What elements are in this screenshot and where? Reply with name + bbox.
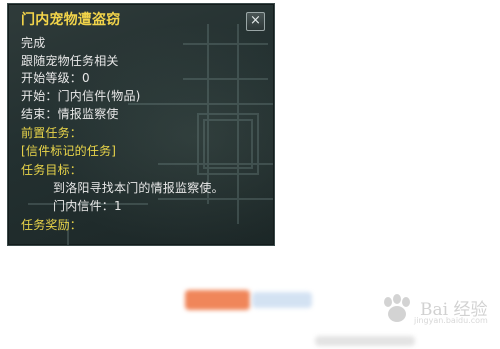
objective-item: 门内信件：1 xyxy=(53,199,122,213)
dialog-title: 门内宠物遭盗窃 xyxy=(21,12,121,28)
prereq-quest-link[interactable]: [信件标记的任务] xyxy=(21,144,261,159)
blurred-gray-bar xyxy=(315,336,415,346)
quest-end: 结束：情报监察使 xyxy=(21,107,119,121)
reward-header: 任务奖励： xyxy=(21,218,83,232)
watermark-url: jingyan.baidu.com xyxy=(414,316,488,325)
prereq-header: 前置任务： xyxy=(21,126,83,140)
start-level: 开始等级：0 xyxy=(21,71,90,85)
quest-start: 开始：门内信件(物品) xyxy=(21,89,141,103)
paw-icon xyxy=(384,294,410,322)
objective-header: 任务目标： xyxy=(21,163,83,177)
blurred-blue-bar xyxy=(252,292,312,308)
objective-text: 到洛阳寻找本门的情报监察使。 xyxy=(53,181,224,195)
quest-dialog: × 门内宠物遭盗窃 完成 跟随宠物任务相关 开始等级：0 开始：门内信件(物品)… xyxy=(7,3,275,246)
blurred-orange-bar xyxy=(185,290,250,310)
quest-subtitle: 跟随宠物任务相关 xyxy=(21,54,119,68)
baidu-watermark: Bai 经验 jingyan.baidu.com xyxy=(380,292,490,330)
quest-status: 完成 xyxy=(21,36,46,50)
